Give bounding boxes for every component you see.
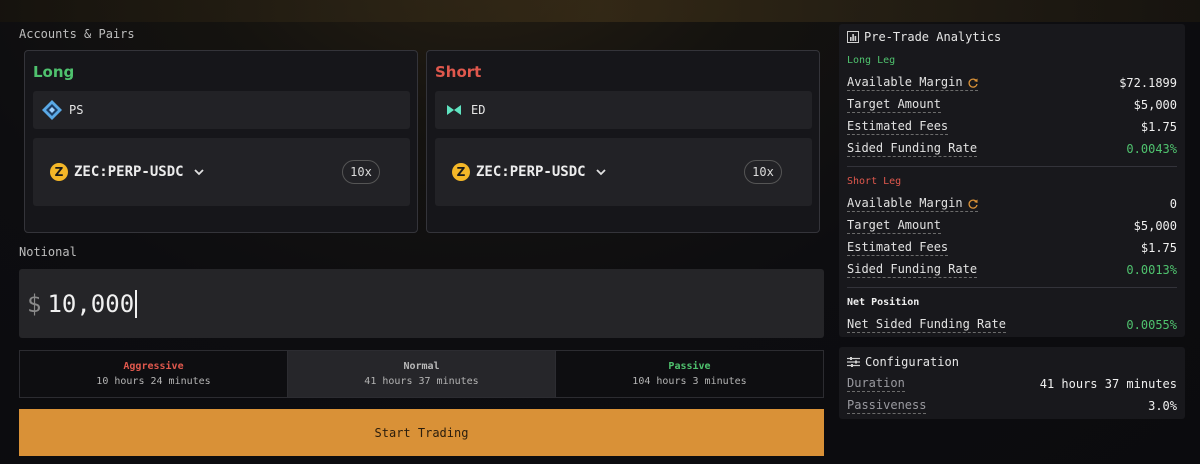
- configuration-title: Configuration: [847, 355, 959, 369]
- bar-chart-icon: [847, 31, 859, 43]
- notional-input[interactable]: $ 10,000: [19, 269, 824, 338]
- configuration-panel: Configuration Duration 41 hours 37 minut…: [839, 347, 1185, 419]
- speed-option-aggressive[interactable]: Aggressive 10 hours 24 minutes: [20, 351, 288, 397]
- metric-label-text: Available Margin: [847, 196, 963, 210]
- metric-label: Duration: [847, 376, 905, 392]
- refresh-icon[interactable]: [968, 199, 978, 209]
- long-available-margin-row: Available Margin $72.1899: [847, 75, 1177, 91]
- short-funding-rate-row: Sided Funding Rate 0.0013%: [847, 262, 1177, 278]
- short-leverage-badge[interactable]: 10x: [744, 160, 782, 184]
- long-leverage-badge[interactable]: 10x: [342, 160, 380, 184]
- notional-label: Notional: [19, 245, 77, 259]
- metric-label: Net Sided Funding Rate: [847, 317, 1006, 333]
- metric-value: $1.75: [1140, 120, 1177, 134]
- duration-row: Duration 41 hours 37 minutes: [847, 376, 1177, 392]
- long-target-amount-row: Target Amount $5,000: [847, 97, 1177, 113]
- metric-value: $72.1899: [1119, 76, 1177, 90]
- zec-coin-icon: Z: [50, 163, 68, 181]
- short-target-amount-row: Target Amount $5,000: [847, 218, 1177, 234]
- metric-value: $5,000: [1133, 98, 1177, 112]
- order-form: Accounts & Pairs Long PS Z ZEC:PERP-USDC…: [19, 22, 825, 462]
- short-market-selector[interactable]: Z ZEC:PERP-USDC 10x: [435, 138, 812, 206]
- metric-value: 0.0055%: [1126, 318, 1177, 332]
- long-market-selector[interactable]: Z ZEC:PERP-USDC 10x: [33, 138, 410, 206]
- metric-value: $1.75: [1140, 241, 1177, 255]
- notional-value: 10,000: [47, 289, 135, 318]
- exchange-ed-icon: [447, 105, 461, 115]
- metric-label: Estimated Fees: [847, 119, 949, 135]
- speed-option-normal[interactable]: Normal 41 hours 37 minutes: [288, 351, 556, 397]
- speed-title: Passive: [668, 361, 711, 372]
- short-pair-card: Short ED Z ZEC:PERP-USDC 10x: [426, 50, 820, 233]
- short-leg-heading: Short Leg: [847, 176, 902, 187]
- passiveness-row: Passiveness 3.0%: [847, 398, 1177, 414]
- net-position-heading: Net Position: [847, 297, 920, 308]
- start-trading-button[interactable]: Start Trading: [19, 409, 824, 456]
- exchange-ps-icon: [42, 100, 62, 120]
- short-available-margin-row: Available Margin 0: [847, 196, 1177, 212]
- metric-value: 0: [1169, 197, 1177, 211]
- accounts-pairs-label: Accounts & Pairs: [19, 27, 135, 41]
- text-cursor: [135, 289, 138, 318]
- long-funding-rate-row: Sided Funding Rate 0.0043%: [847, 141, 1177, 157]
- zec-coin-icon: Z: [452, 163, 470, 181]
- metric-value: $5,000: [1133, 219, 1177, 233]
- long-leg-heading: Long Leg: [847, 55, 896, 66]
- speed-duration: 41 hours 37 minutes: [364, 376, 479, 387]
- net-funding-rate-row: Net Sided Funding Rate 0.0055%: [847, 317, 1177, 333]
- short-estimated-fees-row: Estimated Fees $1.75: [847, 240, 1177, 256]
- long-market-name: ZEC:PERP-USDC: [74, 164, 184, 180]
- metric-label: Available Margin: [847, 75, 978, 91]
- long-exchange-name: PS: [69, 103, 84, 117]
- metric-label: Available Margin: [847, 196, 978, 212]
- long-estimated-fees-row: Estimated Fees $1.75: [847, 119, 1177, 135]
- metric-value: 0.0043%: [1126, 142, 1177, 156]
- long-side-label: Long: [33, 63, 75, 81]
- speed-title: Aggressive: [123, 361, 184, 372]
- analytics-title-text: Pre-Trade Analytics: [864, 30, 1002, 44]
- metric-label: Passiveness: [847, 398, 927, 414]
- metric-value: 0.0013%: [1126, 263, 1177, 277]
- speed-duration: 104 hours 3 minutes: [632, 376, 747, 387]
- metric-label: Sided Funding Rate: [847, 141, 978, 157]
- speed-duration: 10 hours 24 minutes: [96, 376, 211, 387]
- currency-symbol: $: [27, 289, 42, 318]
- long-pair-card: Long PS Z ZEC:PERP-USDC 10x: [24, 50, 418, 233]
- short-market-name: ZEC:PERP-USDC: [476, 164, 586, 180]
- pre-trade-analytics-panel: Pre-Trade Analytics Long Leg Available M…: [839, 24, 1185, 337]
- short-side-label: Short: [435, 63, 482, 81]
- long-exchange-selector[interactable]: PS: [33, 91, 410, 129]
- short-exchange-selector[interactable]: ED: [435, 91, 812, 129]
- metric-label-text: Available Margin: [847, 75, 963, 89]
- metric-value: 3.0%: [1148, 399, 1177, 413]
- metric-value: 41 hours 37 minutes: [1039, 377, 1177, 391]
- metric-label: Sided Funding Rate: [847, 262, 978, 278]
- chevron-down-icon: [595, 169, 606, 176]
- metric-label: Estimated Fees: [847, 240, 949, 256]
- metric-label: Target Amount: [847, 97, 941, 113]
- top-banner-glow: [0, 0, 1200, 22]
- short-exchange-name: ED: [471, 103, 486, 117]
- divider: [847, 287, 1177, 288]
- speed-title: Normal: [403, 361, 440, 372]
- execution-speed-selector: Aggressive 10 hours 24 minutes Normal 41…: [19, 350, 824, 398]
- speed-option-passive[interactable]: Passive 104 hours 3 minutes: [556, 351, 823, 397]
- metric-label: Target Amount: [847, 218, 941, 234]
- chevron-down-icon: [193, 169, 204, 176]
- refresh-icon[interactable]: [968, 78, 978, 88]
- configuration-title-text: Configuration: [865, 355, 959, 369]
- analytics-title: Pre-Trade Analytics: [847, 30, 1001, 44]
- sliders-icon: [847, 357, 860, 367]
- divider: [847, 166, 1177, 167]
